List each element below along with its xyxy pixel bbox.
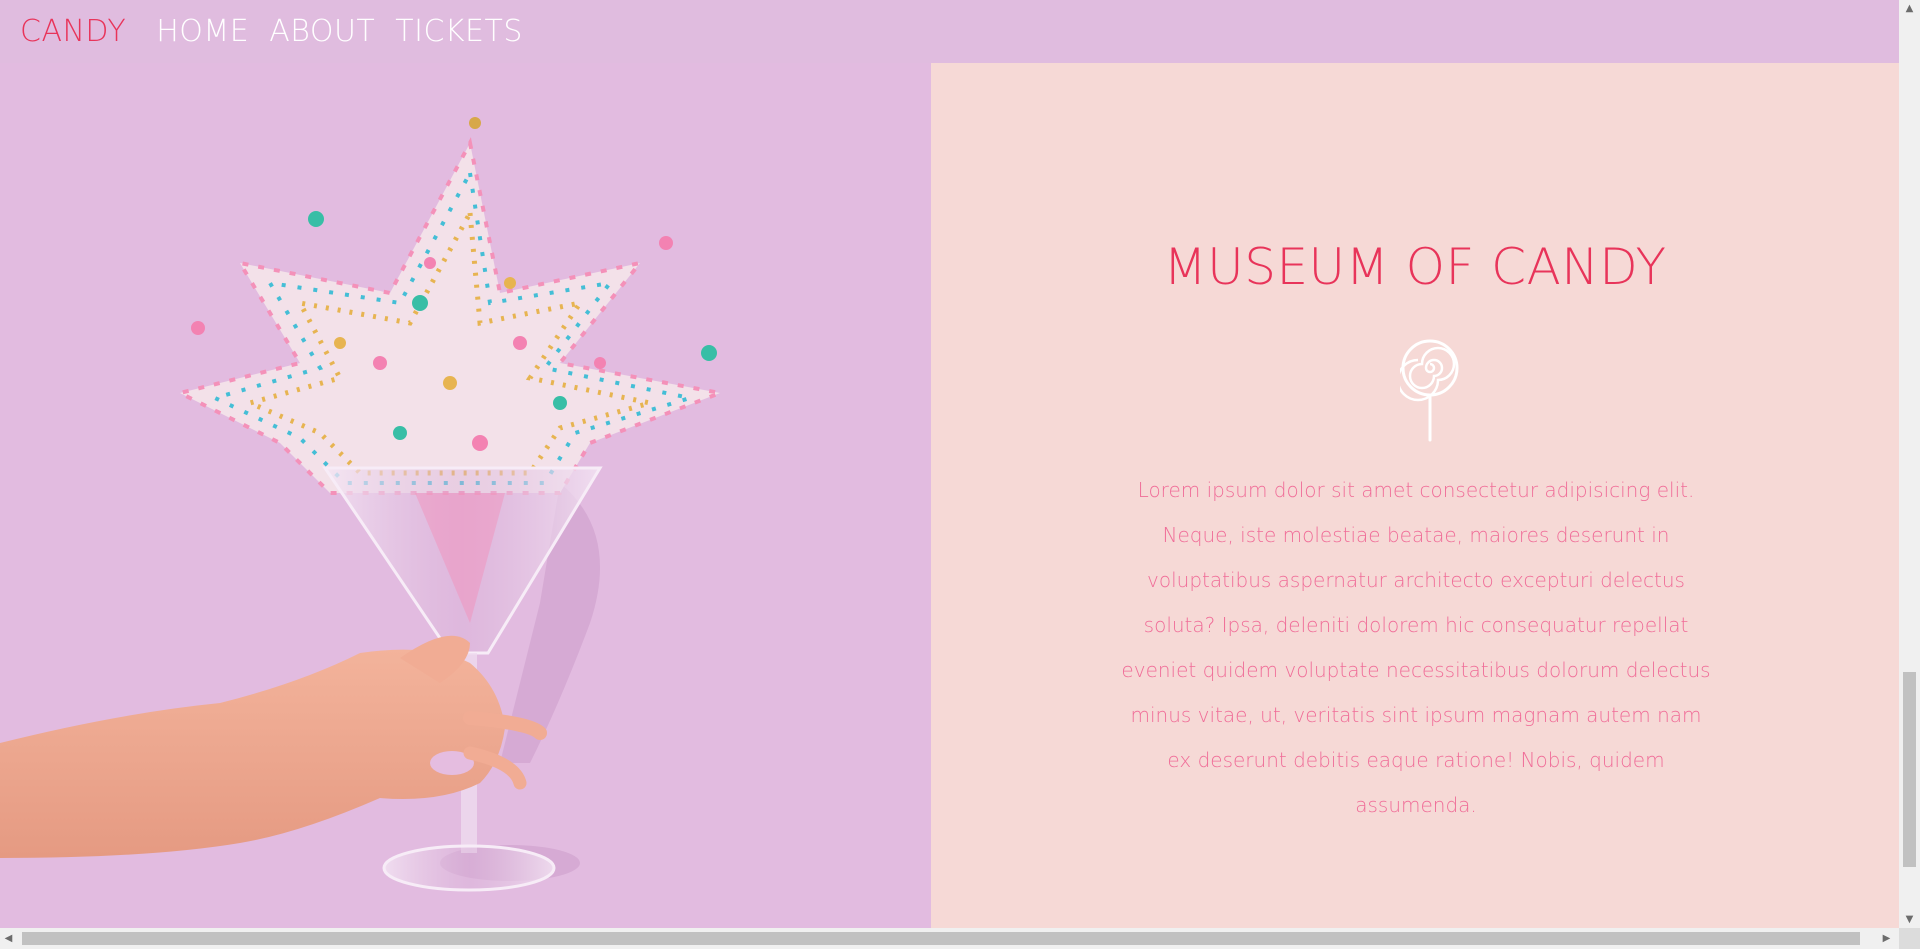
scroll-up-icon[interactable]: ▲: [1899, 0, 1920, 17]
scroll-right-icon[interactable]: ▶: [1878, 928, 1895, 949]
hand: [0, 635, 547, 858]
vertical-scrollbar[interactable]: ▲ ▼: [1899, 0, 1920, 928]
page: CANDY HOME ABOUT TICKETS MUSEUM OF CANDY…: [0, 0, 1920, 949]
sprinkles-burst: [174, 117, 728, 495]
museum-description: Lorem ipsum dolor sit amet consectetur a…: [1121, 478, 1711, 817]
scroll-down-icon[interactable]: ▼: [1899, 911, 1920, 928]
scroll-left-icon[interactable]: ◀: [0, 928, 17, 949]
museum-title: MUSEUM OF CANDY: [1163, 238, 1667, 296]
top-navigation: CANDY HOME ABOUT TICKETS: [0, 0, 1899, 63]
nav-link-tickets[interactable]: TICKETS: [395, 14, 523, 49]
nav-link-about[interactable]: ABOUT: [269, 14, 375, 49]
info-panel: MUSEUM OF CANDY Lorem ipsum dolor sit am…: [931, 63, 1899, 928]
brand-logo-link[interactable]: CANDY: [20, 14, 126, 49]
horizontal-scrollbar[interactable]: ◀ ▶: [0, 928, 1920, 949]
horizontal-scroll-thumb[interactable]: [22, 932, 1860, 945]
scrollbar-corner: [1899, 928, 1920, 949]
vertical-scroll-thumb[interactable]: [1903, 672, 1916, 867]
candy-glass-illustration: [0, 117, 728, 892]
lollipop-icon: [1400, 339, 1459, 442]
nav-link-home[interactable]: HOME: [156, 14, 249, 49]
hero-image: [0, 63, 931, 928]
